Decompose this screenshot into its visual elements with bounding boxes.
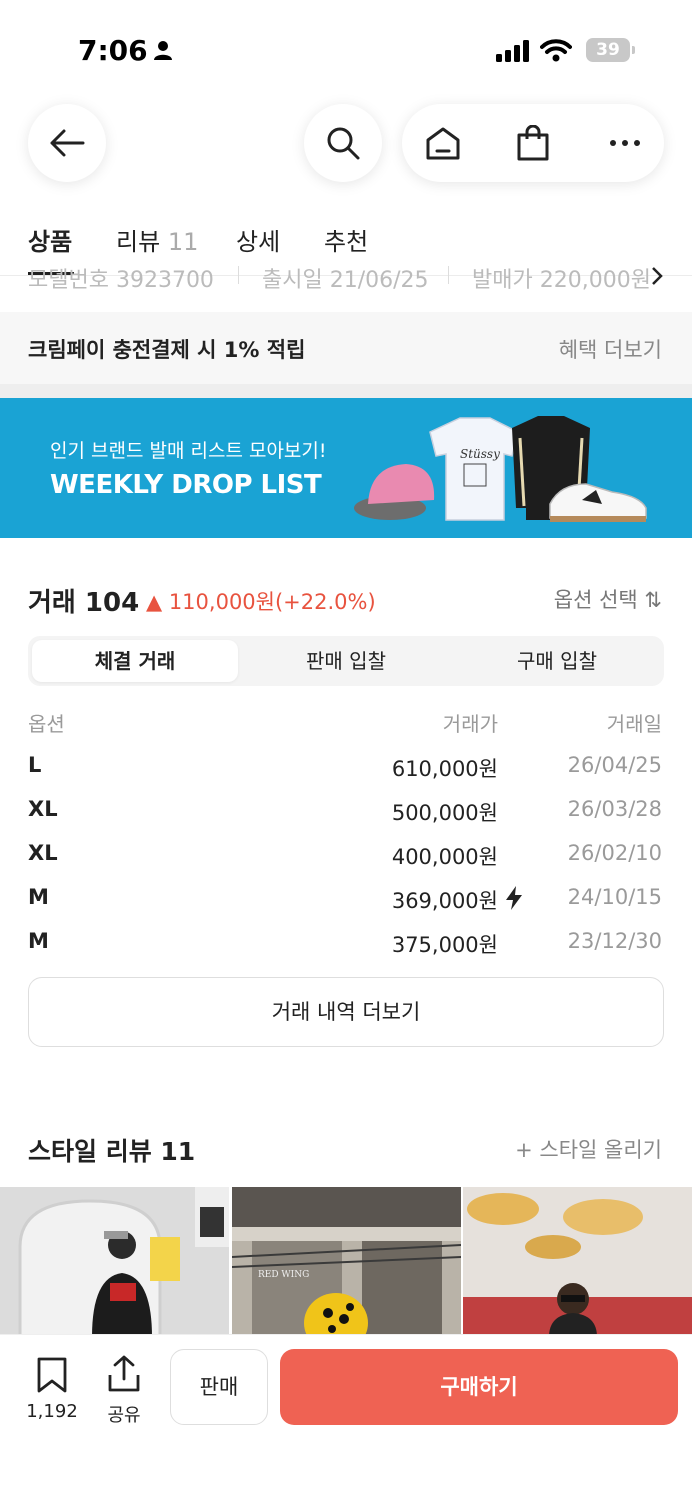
lightning-icon (506, 886, 522, 910)
battery-level: 39 (596, 40, 620, 60)
shopping-bag-icon (517, 125, 549, 161)
tab-recommend[interactable]: 추천 (324, 222, 368, 257)
search-icon (327, 127, 360, 160)
release-date: 출시일 21/06/25 (262, 268, 429, 290)
person-icon (154, 41, 172, 60)
style-review-title: 스타일 리뷰 11 (28, 1137, 196, 1166)
column-header-price: 거래가 (442, 712, 498, 736)
option-select-button[interactable]: 옵션 선택 ⇅ (554, 584, 662, 614)
table-row: M 369,000원 24/10/15 (0, 885, 692, 929)
wifi-icon (540, 39, 572, 62)
table-row: L 610,000원 26/04/25 (0, 753, 692, 797)
table-row: M 375,000원 23/12/30 (0, 929, 692, 973)
style-upload-link[interactable]: + 스타일 올리기 (515, 1134, 662, 1164)
divider (238, 266, 239, 284)
signal-icon (496, 40, 529, 62)
weekly-drop-banner[interactable]: 인기 브랜드 발매 리스트 모아보기! WEEKLY DROP LIST Stü… (0, 398, 692, 538)
store-sign: RED WING (258, 1270, 309, 1280)
row-price: 375,000원 (391, 933, 498, 957)
tab-label: 추천 (324, 228, 369, 256)
tab-product[interactable]: 상품 (28, 222, 72, 257)
section-gap (0, 384, 692, 398)
row-date: 23/12/30 (567, 929, 662, 953)
share-icon (108, 1355, 140, 1392)
store-interior-image: RED WING (232, 1187, 461, 1337)
chevron-right-icon[interactable] (650, 266, 664, 286)
battery-indicator: 39 (586, 38, 630, 62)
cart-button[interactable] (498, 104, 568, 182)
benefit-row[interactable]: 크림페이 충전결제 시 1% 적립 혜택 더보기 (0, 312, 692, 384)
more-button[interactable] (590, 104, 660, 182)
restaurant-interior-image (463, 1187, 692, 1337)
table-row: XL 400,000원 26/02/10 (0, 841, 692, 885)
banner-title: WEEKLY DROP LIST (50, 470, 322, 500)
home-icon (426, 127, 460, 160)
segment-sell-bids[interactable]: 판매 입찰 (243, 640, 449, 682)
divider (448, 266, 449, 284)
row-date: 24/10/15 (567, 885, 662, 909)
tab-review[interactable]: 리뷰 11 (116, 222, 198, 257)
tab-label: 리뷰 (116, 228, 161, 256)
benefit-text: 크림페이 충전결제 시 1% 적립 (28, 338, 306, 362)
benefit-link[interactable]: 혜택 더보기 (559, 334, 662, 364)
row-price: 369,000원 (391, 889, 498, 913)
row-price: 400,000원 (391, 845, 498, 869)
bookmark-button[interactable]: 1,192 (18, 1357, 86, 1422)
column-header-date: 거래일 (606, 712, 662, 736)
mirror-selfie-image (0, 1187, 229, 1337)
sell-button[interactable]: 판매 (170, 1349, 268, 1425)
arrow-left-icon (50, 129, 85, 157)
battery-nub (632, 46, 635, 54)
retail-price: 발매가 220,000원 (472, 268, 651, 290)
status-time: 7:06 (78, 34, 148, 67)
row-option: XL (28, 797, 58, 821)
more-dots-icon (610, 140, 640, 146)
trade-title: 거래 104 (28, 588, 140, 618)
nav-pill (402, 104, 664, 182)
style-photo[interactable] (0, 1187, 229, 1337)
banner-subtitle: 인기 브랜드 발매 리스트 모아보기! (50, 440, 327, 462)
segment-concluded[interactable]: 체결 거래 (32, 640, 238, 682)
row-option: XL (28, 841, 58, 865)
row-price: 610,000원 (391, 757, 498, 781)
trade-history-more-button[interactable]: 거래 내역 더보기 (28, 977, 664, 1047)
status-bar: 7:06 39 (0, 0, 692, 100)
row-option: L (28, 753, 42, 777)
style-photo[interactable]: RED WING (232, 1187, 461, 1337)
search-button[interactable] (304, 104, 382, 182)
segment-buy-bids[interactable]: 구매 입찰 (454, 640, 660, 682)
bottom-action-bar: 1,192 공유 판매 구매하기 (0, 1334, 692, 1500)
table-row: XL 500,000원 26/03/28 (0, 797, 692, 841)
tab-label: 상품 (28, 228, 73, 256)
share-button[interactable]: 공유 (96, 1355, 152, 1427)
buy-button[interactable]: 구매하기 (280, 1349, 678, 1425)
row-price: 500,000원 (391, 801, 498, 825)
row-option: M (28, 929, 49, 953)
style-photo[interactable] (463, 1187, 692, 1337)
banner-product-illustration: Stüssy (354, 416, 647, 522)
row-date: 26/04/25 (567, 753, 662, 777)
row-option: M (28, 885, 49, 909)
row-date: 26/03/28 (567, 797, 662, 821)
tab-label: 상세 (236, 228, 281, 256)
share-label: 공유 (107, 1405, 141, 1426)
tab-count: 11 (167, 228, 199, 256)
home-button[interactable] (408, 104, 478, 182)
svg-text:Stüssy: Stüssy (460, 447, 500, 461)
row-date: 26/02/10 (567, 841, 662, 865)
bookmark-icon (37, 1357, 67, 1393)
product-info-row: 모델번호 3923700 출시일 21/06/25 발매가 220,000원 (0, 264, 692, 290)
column-header-option: 옵션 (28, 712, 65, 736)
tab-detail[interactable]: 상세 (236, 222, 280, 257)
model-number: 모델번호 3923700 (28, 268, 214, 290)
back-button[interactable] (28, 104, 106, 182)
trade-type-segment: 체결 거래 판매 입찰 구매 입찰 (28, 636, 664, 686)
price-change: ▲ 110,000원(+22.0%) (146, 590, 376, 614)
bookmark-count: 1,192 (26, 1401, 78, 1422)
